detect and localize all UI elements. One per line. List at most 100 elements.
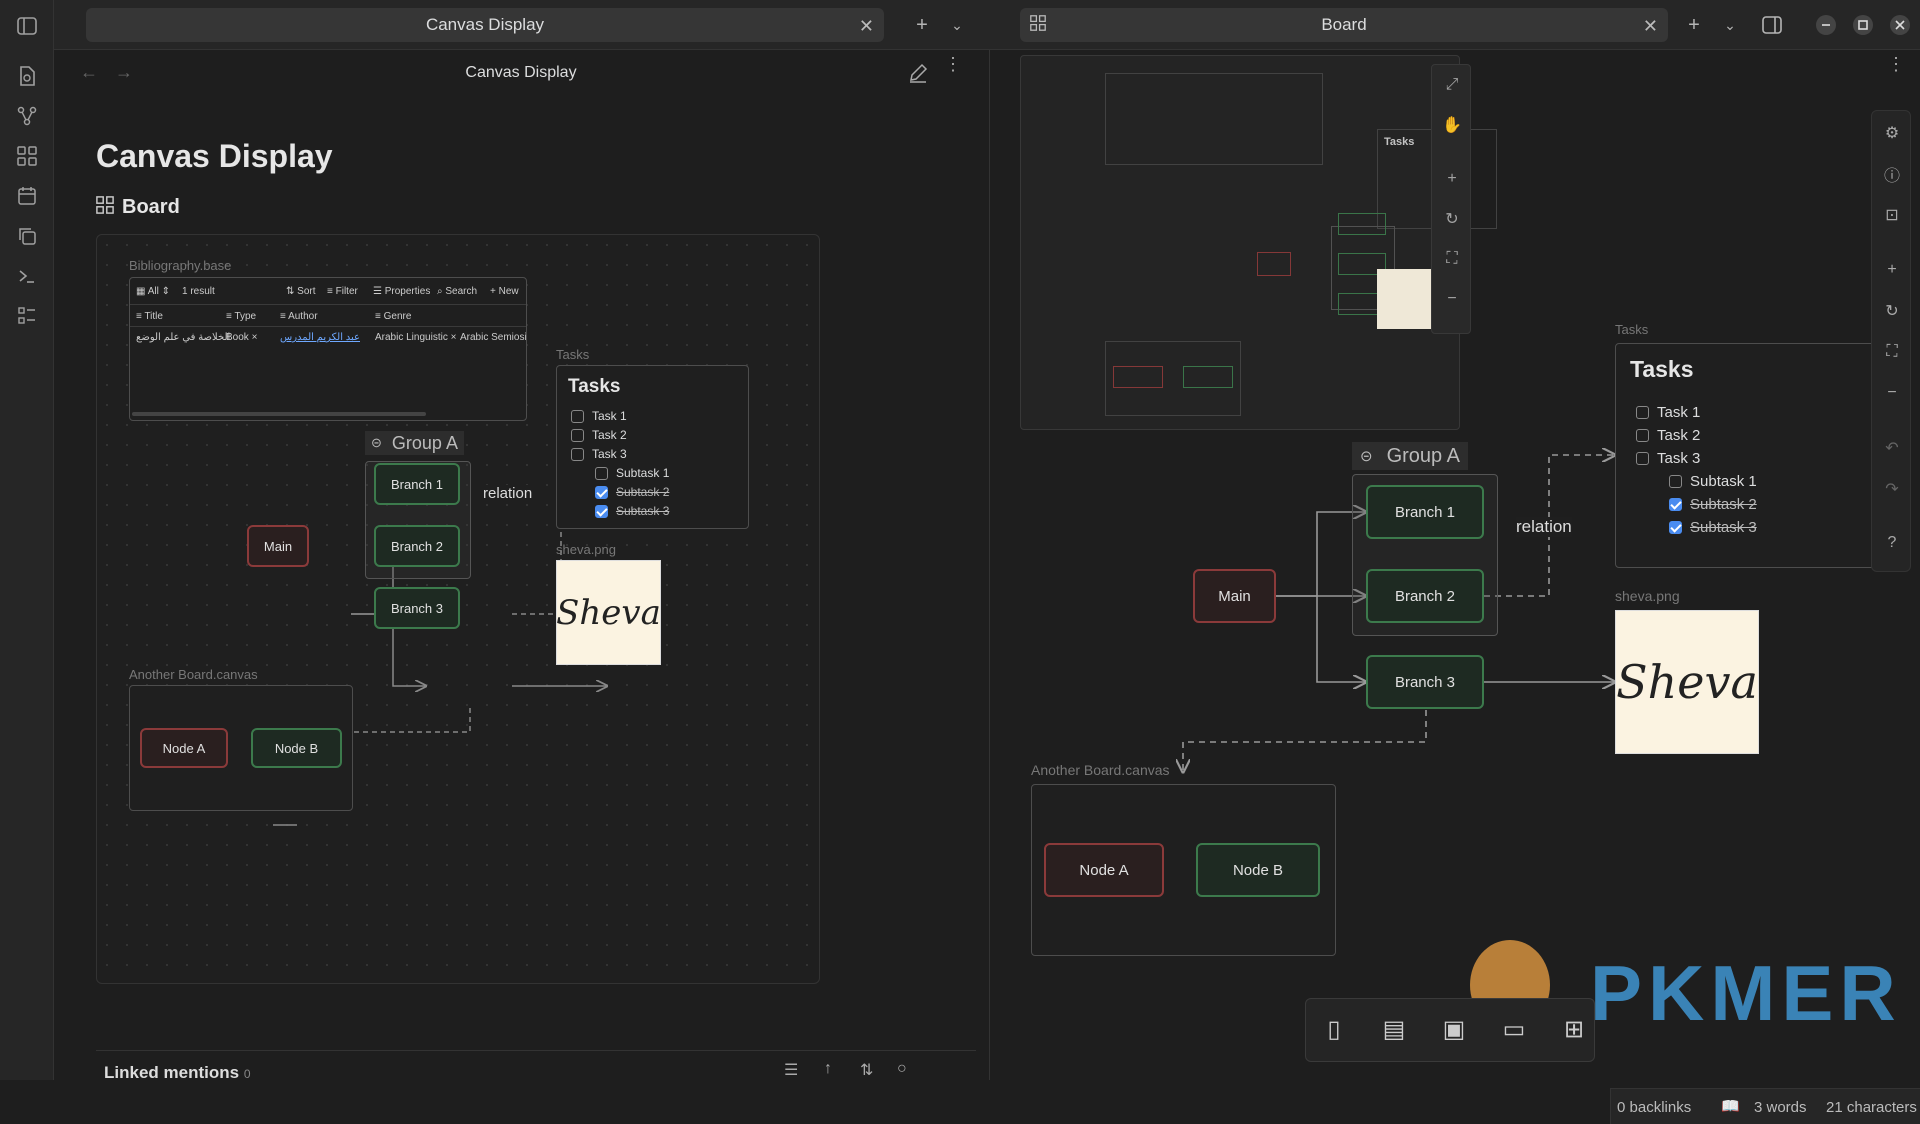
add-note-icon[interactable]: ▤ (1380, 1015, 1408, 1043)
reset-icon[interactable]: ↻ (1878, 297, 1906, 325)
close-icon[interactable]: ✕ (1643, 16, 1658, 37)
subtask-item[interactable]: Subtask 3 (1669, 519, 1757, 536)
checkbox-checked[interactable] (1669, 521, 1682, 534)
subtask-item[interactable]: Subtask 1 (1669, 473, 1757, 490)
node-b[interactable]: Node B (1196, 843, 1320, 897)
close-icon[interactable]: ✕ (859, 16, 874, 37)
chevron-down-icon[interactable]: ⌄ (945, 13, 969, 37)
info-icon[interactable]: ⓘ (1878, 160, 1906, 188)
group-a-header[interactable]: ⊝ Group A (365, 431, 464, 455)
another-board-card[interactable]: Node A Node B (1031, 784, 1336, 956)
sort-button[interactable]: ⇅ Sort (286, 286, 316, 297)
checkbox-checked[interactable] (595, 485, 608, 499)
chevron-down-icon[interactable]: ⌄ (1718, 13, 1742, 37)
calendar-icon[interactable] (15, 184, 39, 208)
task-item[interactable]: Task 1 (1636, 404, 1757, 421)
task-item[interactable]: Task 2 (1636, 427, 1757, 444)
column-header[interactable]: ≡ Genre (375, 311, 411, 322)
edge-label-relation[interactable]: relation (1516, 517, 1572, 537)
checkbox[interactable] (595, 466, 608, 480)
node-branch-1[interactable]: Branch 1 (374, 463, 460, 505)
view-selector[interactable]: ▦ All ⇕ (136, 286, 170, 297)
node-branch-2[interactable]: Branch 2 (1366, 569, 1484, 623)
node-a[interactable]: Node A (1044, 843, 1164, 897)
sidebar-toggle-icon[interactable] (15, 14, 39, 38)
checkbox[interactable] (1636, 452, 1649, 465)
scrollbar[interactable] (132, 412, 426, 416)
filter-button[interactable]: ≡ Filter (327, 286, 358, 297)
sort-up-icon[interactable]: ↑ (824, 1060, 832, 1078)
node-a[interactable]: Node A (140, 728, 228, 768)
column-header[interactable]: ≡ Type (226, 311, 256, 322)
tasks-card[interactable]: Tasks Task 1 Task 2 Task 3 Subtask 1 Sub… (556, 365, 749, 529)
add-card-icon[interactable]: ▯ (1320, 1015, 1348, 1043)
minimize-icon[interactable] (1814, 13, 1838, 37)
node-main[interactable]: Main (247, 525, 309, 567)
zoom-in-icon[interactable]: + (1878, 256, 1906, 284)
checkbox[interactable] (1669, 475, 1682, 488)
new-button[interactable]: + New (490, 286, 519, 297)
subtask-item[interactable]: Subtask 2 (595, 485, 669, 499)
list-view-icon[interactable]: ☰ (784, 1060, 798, 1080)
cell-title[interactable]: الخلاصة في علم الوضع (136, 332, 230, 343)
list-icon[interactable] (15, 304, 39, 328)
zoom-out-icon[interactable]: − (1878, 379, 1906, 407)
fit-icon[interactable]: ⛶ (1878, 338, 1906, 366)
another-board-card[interactable]: Node A Node B (129, 685, 353, 811)
close-window-icon[interactable] (1888, 13, 1912, 37)
checkbox-checked[interactable] (595, 504, 608, 518)
cell-type[interactable]: Book × (226, 332, 257, 343)
base-card[interactable]: ▦ All ⇕ 1 result ⇅ Sort ≡ Filter ☰ Prope… (129, 277, 527, 421)
task-item[interactable]: Task 2 (571, 428, 669, 442)
task-item[interactable]: Task 1 (571, 409, 669, 423)
board-canvas-view[interactable]: ⋮ Tasks ⤢ ✋ + ↻ ⛶ − ⊝ Group A Branch 1 B… (989, 50, 1920, 1124)
settings-icon[interactable]: ⚙ (1878, 119, 1906, 147)
backlinks-count[interactable]: 0 backlinks (1617, 1099, 1691, 1116)
edit-icon[interactable] (907, 62, 929, 89)
graph-icon[interactable] (15, 104, 39, 128)
checkbox[interactable] (1636, 406, 1649, 419)
collapse-icon[interactable]: ⊝ (371, 435, 382, 451)
edge-label-relation[interactable]: relation (483, 485, 533, 502)
subtask-item[interactable]: Subtask 3 (595, 504, 669, 518)
node-branch-2[interactable]: Branch 2 (374, 525, 460, 567)
node-b[interactable]: Node B (251, 728, 342, 768)
node-main[interactable]: Main (1193, 569, 1276, 623)
node-branch-3[interactable]: Branch 3 (1366, 655, 1484, 709)
new-tab-icon[interactable]: + (1682, 13, 1706, 37)
more-options-icon[interactable]: ⋮ (944, 55, 962, 73)
column-header[interactable]: ≡ Title (136, 311, 163, 322)
terminal-icon[interactable] (15, 264, 39, 288)
new-tab-icon[interactable]: + (910, 13, 934, 37)
checkbox[interactable] (1636, 429, 1649, 442)
copy-icon[interactable] (15, 224, 39, 248)
node-branch-3[interactable]: Branch 3 (374, 587, 460, 629)
subtask-item[interactable]: Subtask 2 (1669, 496, 1757, 513)
right-sidebar-toggle-icon[interactable] (1760, 13, 1784, 37)
search-icon[interactable]: ○ (897, 1060, 907, 1078)
focus-icon[interactable]: ⊡ (1878, 201, 1906, 229)
add-group-icon[interactable]: ▭ (1500, 1015, 1528, 1043)
column-header[interactable]: ≡ Author (280, 311, 318, 322)
undo-icon[interactable]: ↶ (1878, 434, 1906, 462)
search-button[interactable]: ⌕ Search (437, 286, 477, 297)
task-item[interactable]: Task 3 (571, 447, 669, 461)
properties-button[interactable]: ☰ Properties (373, 286, 430, 297)
tab-canvas-display[interactable]: Canvas Display ✕ (86, 8, 884, 42)
checkbox[interactable] (571, 409, 584, 423)
canvas-icon[interactable] (15, 144, 39, 168)
node-branch-1[interactable]: Branch 1 (1366, 485, 1484, 539)
sort-icon[interactable]: ⇅ (860, 1060, 873, 1080)
add-media-icon[interactable]: ▣ (1440, 1015, 1468, 1043)
signature-image[interactable]: Sheva (1615, 610, 1759, 754)
embedded-canvas[interactable]: Bibliography.base ▦ All ⇕ 1 result ⇅ Sor… (96, 234, 820, 984)
maximize-icon[interactable] (1851, 13, 1875, 37)
file-search-icon[interactable] (15, 64, 39, 88)
checkbox-checked[interactable] (1669, 498, 1682, 511)
select-icon[interactable]: ⊞ (1560, 1015, 1588, 1043)
checkbox[interactable] (571, 447, 584, 461)
task-item[interactable]: Task 3 (1636, 450, 1757, 467)
collapse-icon[interactable]: ⊝ (1360, 447, 1373, 465)
book-icon[interactable]: 📖 (1721, 1097, 1740, 1115)
checkbox[interactable] (571, 428, 584, 442)
